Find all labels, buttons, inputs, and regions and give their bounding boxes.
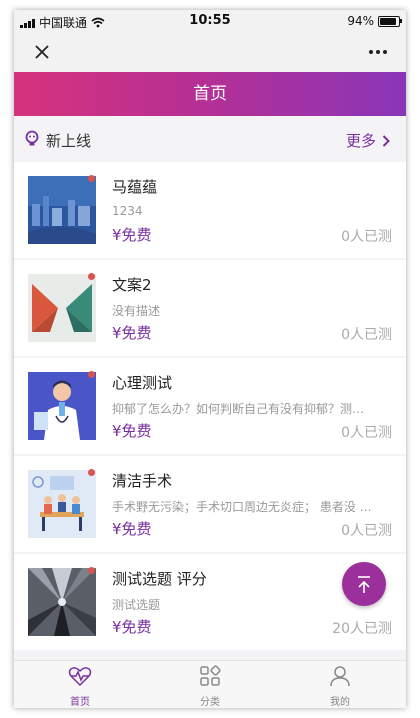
new-badge-dot — [88, 371, 95, 378]
item-price: ¥免费 — [112, 324, 152, 342]
tab-label: 分类 — [200, 697, 220, 708]
close-icon[interactable] — [28, 38, 56, 66]
item-thumbnail-meeting — [28, 470, 96, 538]
item-thumbnail-skyscrapers — [28, 568, 96, 636]
item-price: ¥免费 — [112, 422, 152, 440]
item-thumbnail-abstract — [28, 274, 96, 342]
more-options-icon[interactable] — [364, 38, 392, 66]
list-item[interactable]: 心理测试 抑郁了怎么办？如何判断自己有没有抑郁？测… ¥免费 0人已测 — [14, 358, 406, 454]
battery-percent: 94% — [347, 14, 374, 28]
item-test-count: 0人已测 — [341, 425, 392, 441]
list-item[interactable]: 马蕴蕴 1234 ¥免费 0人已测 — [14, 162, 406, 258]
item-title: 马蕴蕴 — [112, 178, 158, 196]
section-header: 新上线 更多 — [14, 116, 406, 162]
tab-category[interactable]: 分类 — [160, 665, 260, 708]
new-badge-dot — [88, 469, 95, 476]
bottom-tab-bar: 首页 分类 我的 — [14, 660, 406, 708]
user-icon — [330, 666, 350, 687]
new-badge-dot — [88, 567, 95, 574]
item-test-count: 20人已测 — [332, 621, 392, 637]
tab-label: 我的 — [330, 697, 350, 708]
item-test-count: 0人已测 — [341, 327, 392, 343]
tab-label: 首页 — [70, 697, 90, 708]
section-title: 新上线 — [46, 132, 92, 150]
item-price: ¥免费 — [112, 226, 152, 244]
item-title: 心理测试 — [112, 374, 173, 392]
item-price: ¥免费 — [112, 618, 152, 636]
new-badge-dot — [88, 175, 95, 182]
item-description: 手术野无污染；手术切口周边无炎症； 患者没 … — [112, 500, 372, 514]
item-description: 抑郁了怎么办？如何判断自己有没有抑郁？测… — [112, 402, 365, 416]
lightbulb-icon — [25, 130, 39, 146]
tab-home[interactable]: 首页 — [30, 665, 130, 708]
nav-bar — [14, 32, 406, 72]
back-to-top-button[interactable] — [342, 562, 386, 606]
more-link[interactable]: 更多 — [346, 130, 390, 151]
item-description: 没有描述 — [112, 304, 161, 318]
status-bar: 中国联通 10:55 94% — [14, 10, 406, 32]
item-price: ¥免费 — [112, 520, 152, 538]
category-icon — [200, 665, 221, 686]
heartbeat-icon — [68, 667, 92, 687]
tab-profile[interactable]: 我的 — [290, 665, 390, 708]
arrow-up-icon — [358, 576, 370, 593]
item-title: 测试选题 评分 — [112, 570, 207, 588]
list-item[interactable]: 清洁手术 手术野无污染；手术切口周边无炎症； 患者没 … ¥免费 0人已测 — [14, 456, 406, 552]
more-label: 更多 — [345, 132, 376, 150]
chevron-right-icon — [382, 134, 390, 147]
status-right: 94% — [347, 14, 402, 28]
item-description: 1234 — [112, 204, 143, 218]
item-title: 清洁手术 — [112, 472, 173, 490]
item-test-count: 0人已测 — [341, 523, 392, 539]
page-header: 首页 — [14, 72, 406, 116]
item-test-count: 0人已测 — [341, 229, 392, 245]
new-badge-dot — [88, 273, 95, 280]
page-title: 首页 — [193, 84, 227, 104]
item-title: 文案2 — [112, 276, 152, 294]
item-thumbnail-doctor — [28, 372, 96, 440]
battery-icon — [378, 15, 402, 27]
list-item[interactable]: 文案2 没有描述 ¥免费 0人已测 — [14, 260, 406, 356]
phone-screen: 中国联通 10:55 94% 首页 新上线 更多 马蕴蕴 1234 ¥免费 0人… — [14, 10, 406, 708]
item-thumbnail-cityscape — [28, 176, 96, 244]
